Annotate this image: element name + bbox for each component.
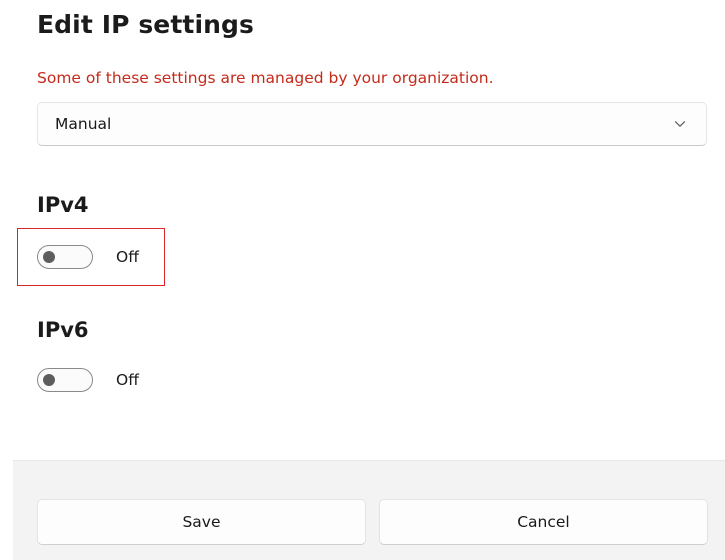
ipv6-toggle-switch[interactable] bbox=[37, 368, 93, 392]
ipv4-toggle[interactable]: Off bbox=[37, 245, 139, 269]
managed-by-organization-warning: Some of these settings are managed by yo… bbox=[37, 69, 494, 87]
cancel-button[interactable]: Cancel bbox=[379, 499, 708, 545]
dialog-title: Edit IP settings bbox=[37, 10, 255, 39]
ipv6-heading: IPv6 bbox=[37, 318, 89, 342]
ipv4-toggle-switch[interactable] bbox=[37, 245, 93, 269]
ipv6-toggle-state-label: Off bbox=[116, 371, 139, 389]
ipv4-toggle-state-label: Off bbox=[116, 248, 139, 266]
ip-assignment-dropdown[interactable]: Manual bbox=[37, 102, 707, 146]
dropdown-selected-value: Manual bbox=[55, 115, 112, 133]
dialog-content: Edit IP settings Some of these settings … bbox=[0, 0, 725, 460]
ipv6-toggle[interactable]: Off bbox=[37, 368, 139, 392]
toggle-knob bbox=[43, 251, 55, 263]
chevron-down-icon bbox=[674, 118, 686, 130]
save-button[interactable]: Save bbox=[37, 499, 366, 545]
toggle-knob bbox=[43, 374, 55, 386]
edit-ip-settings-dialog: Edit IP settings Some of these settings … bbox=[0, 0, 725, 560]
dialog-footer: Save Cancel bbox=[13, 460, 725, 560]
ipv4-heading: IPv4 bbox=[37, 193, 89, 217]
